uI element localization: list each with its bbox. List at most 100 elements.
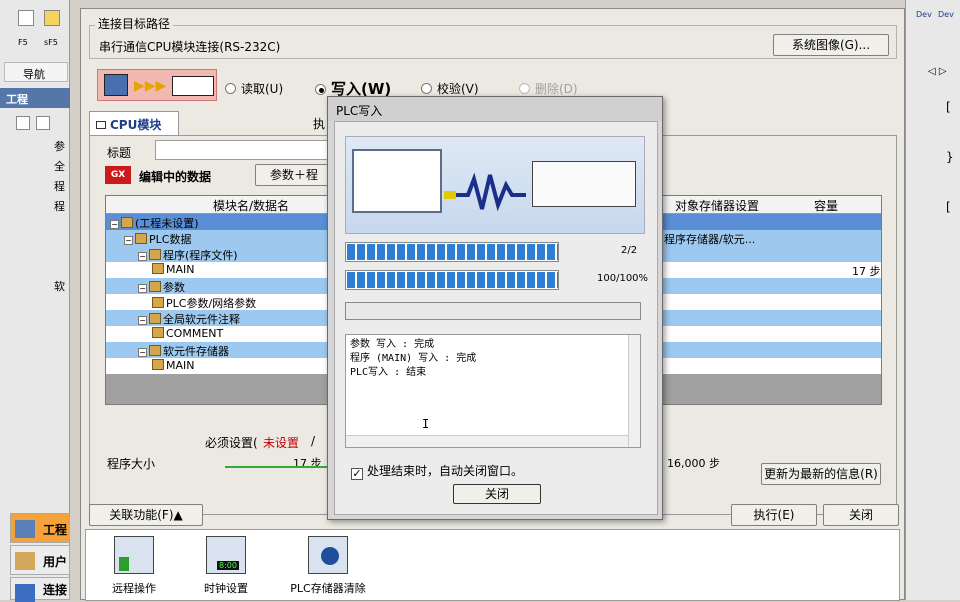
progress-bar-files	[345, 242, 559, 262]
execute-button[interactable]: 执行(E)	[731, 504, 817, 526]
collapse-icon[interactable]: −	[124, 236, 133, 245]
f5-label[interactable]: F5	[18, 38, 28, 47]
progress-percent-text: 100/100%	[597, 273, 649, 284]
copy-icon[interactable]	[36, 116, 50, 130]
program-size-bar	[225, 466, 331, 468]
row-name-cell: MAIN	[152, 263, 195, 276]
radio-verify[interactable]: 校验(V)	[421, 80, 479, 97]
bottom-nav-connection[interactable]: 连接	[10, 577, 70, 602]
program-size-value: 17 步	[293, 457, 322, 470]
log-vertical-scrollbar[interactable]	[628, 335, 640, 447]
bottom-nav-project[interactable]: 工程	[10, 513, 70, 543]
refresh-info-button[interactable]: 更新为最新的信息(R)	[761, 463, 881, 485]
arrow-icon: ▶▶▶	[134, 78, 167, 94]
row-name: PLC数据	[149, 233, 192, 246]
open-folder-icon[interactable]	[44, 10, 60, 26]
connection-path-field: 串行通信CPU模块连接(RS-232C)	[99, 40, 281, 54]
radio-read-label: 读取(U)	[241, 82, 284, 96]
tree-item-2[interactable]: 程	[54, 178, 65, 194]
clock-setting-icon: 8:00	[206, 536, 246, 574]
tree-item-1[interactable]: 全	[54, 158, 65, 174]
auto-close-checkbox[interactable]: ✓ 处理结束时，自动关闭窗口。	[351, 462, 523, 480]
dev-label-1[interactable]: Dev	[916, 10, 932, 19]
bracket-icon-1: [	[946, 100, 951, 114]
editing-data-icon: GX	[105, 166, 131, 184]
collapse-icon[interactable]: −	[110, 220, 119, 229]
row-name: 参数	[163, 281, 185, 294]
row-name: 软元件存储器	[163, 345, 229, 358]
tree-node-icon	[149, 249, 161, 260]
log-line: 参数 写入 : 完成	[350, 339, 435, 350]
header-module-name[interactable]: 模块名/数据名	[166, 197, 336, 214]
required-setting-label: 必须设置(	[205, 436, 258, 450]
clock-badge: 8:00	[217, 561, 239, 570]
plc-write-dialog-body: 2/2 100/100% 参数 写入 : 完成 程序 (MAIN) 写入 : 完…	[334, 121, 658, 515]
radio-verify-label: 校验(V)	[437, 82, 479, 96]
bottom-nav-label: 工程	[43, 523, 68, 537]
plc-write-close-button[interactable]: 关闭	[453, 484, 541, 504]
tree-node-icon	[149, 345, 161, 356]
plc-write-log: 参数 写入 : 完成 程序 (MAIN) 写入 : 完成 PLC写入 : 结束 …	[345, 334, 641, 448]
title-field[interactable]	[155, 140, 335, 160]
tree-node-icon	[152, 327, 164, 338]
collapse-icon[interactable]: −	[138, 316, 147, 325]
row-name-cell: − 软元件存储器	[138, 343, 229, 359]
tab-cpu-module[interactable]: CPU模块	[89, 111, 179, 135]
connector-icon	[444, 191, 456, 199]
bracket-icon-3: [	[946, 200, 951, 214]
row-name: (工程未设置)	[135, 217, 199, 230]
tree-node-icon	[152, 359, 164, 370]
header-target-memory[interactable]: 对象存储器设置	[661, 197, 773, 214]
nav-title: 导航	[23, 68, 45, 81]
collapse-icon[interactable]: −	[138, 348, 147, 357]
radio-circle	[519, 83, 530, 94]
sf5-label[interactable]: sF5	[44, 38, 58, 47]
tree-item-4[interactable]: 软	[54, 278, 65, 294]
navigation-panel: F5 sF5 导航 工程 参 全 程 程 软 工程 用户 连接	[0, 0, 70, 602]
collapse-icon[interactable]: −	[138, 284, 147, 293]
remote-operation-icon	[114, 536, 154, 574]
tree-item-0[interactable]: 参	[54, 138, 65, 154]
tab-execute-partial[interactable]: 执	[313, 115, 325, 132]
radio-circle	[315, 84, 326, 95]
required-setting-separator: /	[311, 434, 316, 448]
program-capacity-value: 16,000 步	[667, 457, 720, 470]
related-functions-button[interactable]: 关联功能(F)▲	[89, 504, 203, 526]
tree-node-icon	[135, 233, 147, 244]
tree-node-icon	[121, 217, 133, 228]
new-item-icon[interactable]	[16, 116, 30, 130]
right-toolbar-panel: Dev Dev ◁ ▷ [ } [	[905, 0, 960, 600]
program-size-label: 程序大小	[107, 457, 156, 471]
radio-delete[interactable]: 删除(D)	[519, 80, 578, 97]
dev-label-2[interactable]: Dev	[938, 10, 954, 19]
tool-clock-setting[interactable]: 8:00 时钟设置	[190, 536, 262, 596]
tree-item-3[interactable]: 程	[54, 198, 65, 214]
main-close-button[interactable]: 关闭	[823, 504, 899, 526]
bottom-nav-label: 用户	[43, 555, 68, 569]
tree-toolbar	[14, 116, 66, 130]
connection-group-title: 连接目标路径	[95, 15, 174, 32]
computer-icon	[104, 74, 128, 96]
scroll-left-icon[interactable]: ◁ ▷	[928, 66, 947, 77]
related-functions-area: 远程操作 8:00 时钟设置 PLC存储器清除	[85, 529, 900, 601]
row-name-cell: − 程序(程序文件)	[138, 247, 238, 263]
cpu-module-icon	[96, 121, 106, 129]
new-file-icon[interactable]	[18, 10, 34, 26]
tool-remote-operation[interactable]: 远程操作	[98, 536, 170, 596]
progress-files-text: 2/2	[621, 245, 638, 256]
log-horizontal-scrollbar[interactable]	[346, 435, 628, 447]
system-image-button[interactable]: 系统图像(G)...	[773, 34, 889, 56]
radio-read[interactable]: 读取(U)	[225, 80, 283, 97]
plc-write-illustration	[345, 136, 645, 234]
tab-cpu-module-label: CPU模块	[110, 118, 162, 132]
checkbox-box: ✓	[351, 467, 363, 480]
plc-memory-clear-icon	[308, 536, 348, 574]
bottom-nav-user[interactable]: 用户	[10, 545, 70, 575]
row-name-cell: MAIN	[152, 359, 195, 372]
collapse-icon[interactable]: −	[138, 252, 147, 261]
tool-label: 时钟设置	[204, 582, 248, 595]
tool-plc-memory-clear[interactable]: PLC存储器清除	[282, 536, 374, 596]
header-capacity[interactable]: 容量	[786, 197, 866, 214]
pc-screen-icon	[352, 149, 442, 213]
param-program-button[interactable]: 参数＋程	[255, 164, 333, 186]
